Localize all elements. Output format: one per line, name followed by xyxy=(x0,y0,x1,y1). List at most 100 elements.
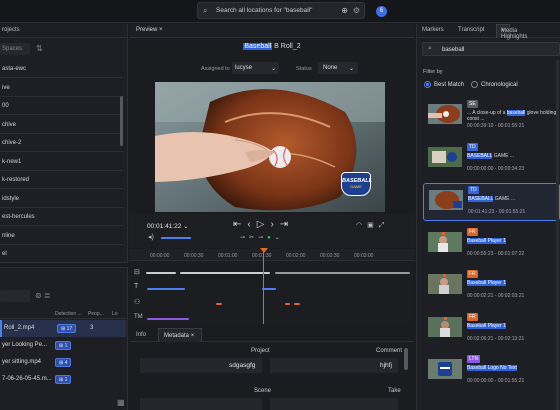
loop-icon[interactable]: ◠ xyxy=(356,222,367,229)
comment-field[interactable] xyxy=(270,358,398,373)
volume-slider[interactable] xyxy=(161,237,191,239)
spaces-filter-input[interactable]: Spaces xyxy=(0,43,30,55)
volume-icon[interactable]: ◂) xyxy=(148,233,154,241)
scene-field[interactable] xyxy=(140,398,262,410)
panel-divider[interactable] xyxy=(0,262,128,268)
project-value: sdgasgfg xyxy=(229,362,256,369)
search-icon: ⌕ xyxy=(428,45,432,52)
project-item[interactable]: 00 xyxy=(0,97,124,115)
playhead-handle[interactable] xyxy=(260,248,268,253)
best-match-radio[interactable] xyxy=(424,81,431,88)
track-segment[interactable] xyxy=(147,288,185,290)
highlight-card[interactable]: TD BASEBALL GAME ... 00:01:41:23 - 00:01:5… xyxy=(423,183,560,221)
project-item[interactable]: k-restored xyxy=(0,171,124,189)
tab-media-highlights[interactable]: Media Highlights × xyxy=(496,24,527,40)
project-item[interactable]: el xyxy=(0,245,124,263)
track-segment[interactable] xyxy=(180,272,270,274)
file-row[interactable]: 7-06-26-05-45.m... ⊞ 1 xyxy=(0,371,126,388)
projects-scrollbar[interactable] xyxy=(120,96,123,146)
track-segment[interactable] xyxy=(216,303,222,305)
best-match-label[interactable]: Best Match xyxy=(434,82,464,88)
project-item[interactable]: chive-2 xyxy=(0,134,124,152)
highlight-card[interactable]: FR Baseball Player 1 00:00:02:21 - 00:02:0… xyxy=(423,268,560,306)
play-icon[interactable]: ▷ xyxy=(257,219,271,230)
tab-preview[interactable]: Preview × xyxy=(136,27,163,33)
highlight-card[interactable]: FR Baseball Player 1 00:02:06:21 - 00:02:1… xyxy=(423,311,560,349)
project-item[interactable]: ive xyxy=(0,79,124,97)
tab-transcript[interactable]: Transcript xyxy=(458,27,484,33)
playhead-line[interactable] xyxy=(263,252,264,324)
ruler-mark: 00:00:00 xyxy=(150,253,170,259)
file-row[interactable]: Roll_2.mp4 ⊞ 17 3 xyxy=(0,320,126,337)
grid-view-icon[interactable]: ▦ xyxy=(117,398,125,407)
text-track-icon: T xyxy=(134,283,139,290)
file-search-input[interactable] xyxy=(0,290,30,302)
add-circle-icon[interactable]: ⊕ xyxy=(341,6,348,15)
highlight-type-badge: LTN xyxy=(467,355,481,363)
skip-forward-icon[interactable]: ⇥ xyxy=(280,219,294,230)
file-row[interactable]: yer sitting.mp4 ⊞ 4 xyxy=(0,354,126,371)
highlight-card[interactable]: TD BASEBALL GAME ... 00:00:00:00 - 00:00:3… xyxy=(423,141,560,179)
project-item[interactable]: asta-ewc xyxy=(0,60,124,78)
highlight-description: Baseball Logo No Text xyxy=(467,365,517,371)
project-item[interactable]: idstyle xyxy=(0,190,124,208)
highlight-card[interactable]: FR Baseball Player 1 00:00:55:23 - 00:01:0… xyxy=(423,226,560,264)
fullscreen-icon[interactable]: ⤢ xyxy=(379,222,390,229)
projects-tab[interactable]: rojects xyxy=(0,24,128,38)
snapshot-icon[interactable]: ▣ xyxy=(367,222,379,229)
approve-icon[interactable]: ● xyxy=(267,235,275,241)
track-segment[interactable] xyxy=(285,303,290,305)
filter-settings-icon[interactable]: ⚙ xyxy=(353,6,360,15)
track-segment[interactable] xyxy=(147,318,189,320)
projects-tab-label: rojects xyxy=(2,27,20,33)
status-dropdown[interactable]: None ⌄ xyxy=(318,62,358,74)
chronological-radio[interactable] xyxy=(471,81,478,88)
assigned-dropdown[interactable]: lucyse ⌄ xyxy=(232,62,279,74)
project-item[interactable]: chive xyxy=(0,116,124,134)
highlight-description: BASEBALL GAME ... xyxy=(468,196,516,202)
highlight-time-range: 00:01:41:23 - 00:01:55:21 xyxy=(468,209,526,215)
col-people[interactable]: Peop... xyxy=(88,311,104,317)
highlight-description-2: const ... xyxy=(467,116,485,122)
info-tabs: Info Metadata × xyxy=(130,328,414,342)
tab-markers[interactable]: Markers xyxy=(422,27,444,33)
detection-tag: ⊞ 17 xyxy=(57,324,77,333)
track-segment[interactable] xyxy=(262,288,276,290)
timeline-ruler[interactable]: 00:00:00 00:00:30 00:01:00 00:01:30 00:02:00… xyxy=(130,249,414,261)
file-tools-icons[interactable]: ⊚ ≣ xyxy=(35,291,51,300)
mark-out-icon[interactable]: ⊸ xyxy=(258,235,267,241)
project-item[interactable]: nline xyxy=(0,227,124,245)
metadata-scrollbar[interactable] xyxy=(404,348,408,370)
file-name: yer Looking Pe... xyxy=(2,342,48,348)
col-lo[interactable]: Lo xyxy=(112,311,118,317)
col-detection[interactable]: Detection ... xyxy=(55,311,82,317)
notification-badge[interactable]: 6 xyxy=(376,6,387,17)
highlights-scrollbar[interactable] xyxy=(556,60,559,410)
project-item[interactable]: k-new1 xyxy=(0,153,124,171)
sort-icon[interactable]: ⇅ xyxy=(36,44,43,53)
highlights-search-input[interactable]: ⌕ baseball xyxy=(422,42,560,56)
ruler-mark: 00:02:30 xyxy=(320,253,340,259)
tab-info[interactable]: Info xyxy=(136,332,146,338)
project-item[interactable]: est-hercules xyxy=(0,208,124,226)
tab-metadata[interactable]: Metadata × xyxy=(158,328,202,342)
mark-in-icon[interactable]: ⊸ xyxy=(240,235,249,241)
highlight-type-badge: FR xyxy=(467,227,478,236)
skip-back-icon[interactable]: ⇤ xyxy=(233,219,247,230)
track-segment[interactable] xyxy=(146,272,176,274)
track-segment[interactable] xyxy=(294,303,300,305)
global-search-input[interactable]: ⌕ Search all locations for "baseball" ⊕ … xyxy=(197,2,365,19)
more-icon[interactable]: ⌄ xyxy=(275,235,284,241)
file-row[interactable]: yer Looking Pe... ⊞ 1 xyxy=(0,337,126,354)
next-frame-icon[interactable]: › xyxy=(270,219,279,230)
detection-tag: ⊞ 4 xyxy=(55,358,72,367)
chronological-label[interactable]: Chronological xyxy=(481,82,518,88)
highlight-card[interactable]: LTN Baseball Logo No Text 00:00:00:00 - 00… xyxy=(423,353,560,391)
timecode-display[interactable]: 00:01:41:22 ⌄ xyxy=(147,222,189,230)
highlight-card[interactable]: SE... A close-up of a baseball glove hol… xyxy=(423,98,560,136)
video-frame[interactable]: BASEBALL GAME xyxy=(155,82,385,212)
track-segment[interactable] xyxy=(275,272,410,274)
prev-frame-icon[interactable]: ‹ xyxy=(247,219,256,230)
take-field[interactable] xyxy=(270,398,398,410)
cut-icon[interactable]: ✂ xyxy=(249,235,258,241)
